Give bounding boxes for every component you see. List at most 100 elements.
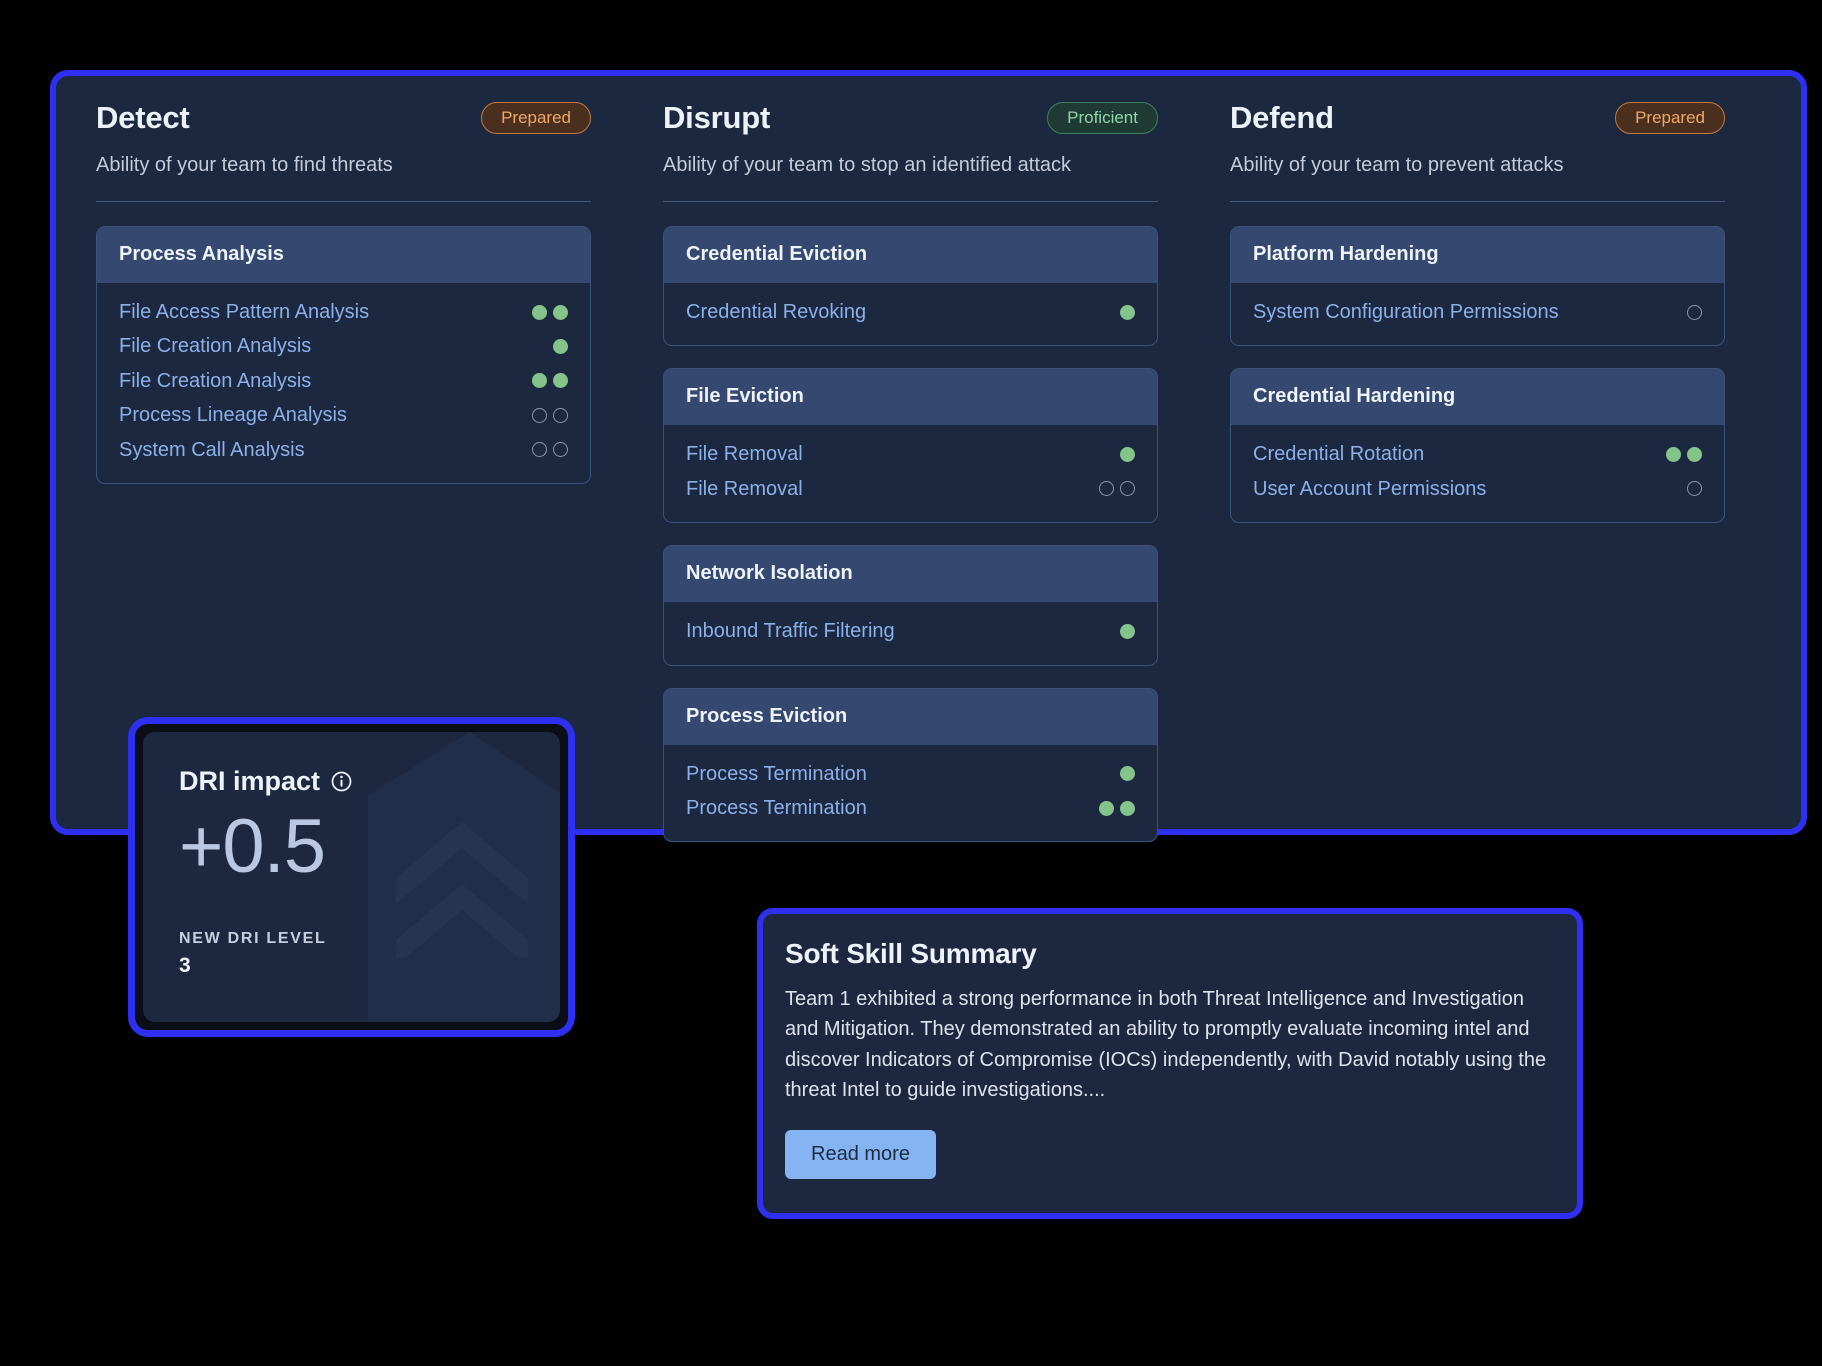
skill-row[interactable]: File Access Pattern Analysis bbox=[119, 295, 568, 329]
skill-row[interactable]: File Creation Analysis bbox=[119, 329, 568, 363]
proficiency-dots bbox=[1099, 801, 1135, 816]
column-title: Disrupt bbox=[663, 100, 770, 136]
skill-row[interactable]: Process Termination bbox=[686, 791, 1135, 825]
proficiency-dots bbox=[532, 442, 568, 457]
dot-filled-icon bbox=[1666, 447, 1681, 462]
column-header: DetectPrepared bbox=[96, 100, 609, 136]
column-title: Detect bbox=[96, 100, 190, 136]
dot-filled-icon bbox=[1120, 305, 1135, 320]
soft-skill-summary-card: Soft Skill Summary Team 1 exhibited a st… bbox=[757, 908, 1583, 1219]
proficiency-dots bbox=[1120, 447, 1135, 462]
skill-row-label: Credential Rotation bbox=[1253, 440, 1424, 468]
dot-filled-icon bbox=[1120, 801, 1135, 816]
info-icon[interactable] bbox=[331, 771, 352, 792]
dot-filled-icon bbox=[532, 305, 547, 320]
proficiency-dots bbox=[1687, 481, 1702, 496]
divider bbox=[663, 201, 1158, 202]
capability-column-disrupt: Disrupt Proficient Ability of your team to… bbox=[645, 100, 1212, 819]
skill-row-label: System Configuration Permissions bbox=[1253, 298, 1559, 326]
skill-row[interactable]: User Account Permissions bbox=[1253, 472, 1702, 506]
dri-level-value: 3 bbox=[179, 954, 191, 978]
skill-card: File Eviction File Removal File Removal bbox=[663, 368, 1158, 523]
skill-card-title: Network Isolation bbox=[664, 546, 1157, 602]
skill-row-label: File Access Pattern Analysis bbox=[119, 298, 369, 326]
skill-card-body: File Access Pattern Analysis File Creatio… bbox=[97, 283, 590, 483]
status-badge: Proficient bbox=[1047, 102, 1158, 135]
dot-filled-icon bbox=[1099, 801, 1114, 816]
dot-empty-icon bbox=[532, 442, 547, 457]
column-subtitle: Ability of your team to prevent attacks bbox=[1230, 152, 1743, 178]
read-more-button[interactable]: Read more bbox=[785, 1130, 936, 1179]
skill-row[interactable]: File Creation Analysis bbox=[119, 364, 568, 398]
skill-card-title: Credential Eviction bbox=[664, 227, 1157, 283]
skill-card-title: Process Eviction bbox=[664, 689, 1157, 745]
dri-impact-title-row: DRI impact bbox=[179, 766, 524, 797]
skill-row-label: System Call Analysis bbox=[119, 436, 305, 464]
status-badge: Prepared bbox=[1615, 102, 1725, 135]
dot-filled-icon bbox=[1120, 447, 1135, 462]
skill-row-label: Process Lineage Analysis bbox=[119, 401, 347, 429]
proficiency-dots bbox=[1120, 624, 1135, 639]
dot-empty-icon bbox=[1687, 481, 1702, 496]
skill-card-body: Credential Rotation User Account Permissi… bbox=[1231, 425, 1724, 522]
proficiency-dots bbox=[553, 339, 568, 354]
skill-card-list: Platform HardeningSystem Configuration P… bbox=[1230, 226, 1725, 523]
dot-filled-icon bbox=[1687, 447, 1702, 462]
skill-row-label: File Creation Analysis bbox=[119, 367, 311, 395]
dot-empty-icon bbox=[1120, 481, 1135, 496]
skill-row-label: Credential Revoking bbox=[686, 298, 866, 326]
soft-skill-summary-body: Team 1 exhibited a strong performance in… bbox=[785, 984, 1555, 1106]
proficiency-dots bbox=[1687, 305, 1702, 320]
skill-card-title: Credential Hardening bbox=[1231, 369, 1724, 425]
skill-card: Process EvictionProcess TerminationProce… bbox=[663, 688, 1158, 843]
skill-row[interactable]: Credential Revoking bbox=[686, 295, 1135, 329]
dri-impact-card[interactable]: DRI impact +0.5 NEW DRI LEVEL 3 bbox=[128, 717, 575, 1037]
divider bbox=[1230, 201, 1725, 202]
column-header: Disrupt Proficient bbox=[663, 100, 1176, 136]
dri-impact-title: DRI impact bbox=[179, 766, 320, 797]
dot-empty-icon bbox=[1687, 305, 1702, 320]
dot-empty-icon bbox=[1099, 481, 1114, 496]
skill-card-title: File Eviction bbox=[664, 369, 1157, 425]
skill-row[interactable]: System Call Analysis bbox=[119, 433, 568, 467]
column-title: Defend bbox=[1230, 100, 1334, 136]
skill-card: Platform HardeningSystem Configuration P… bbox=[1230, 226, 1725, 346]
column-subtitle: Ability of your team to find threats bbox=[96, 152, 609, 178]
proficiency-dots bbox=[532, 373, 568, 388]
skill-card: Credential Hardening Credential Rotation U… bbox=[1230, 368, 1725, 523]
skill-row[interactable]: Process Lineage Analysis bbox=[119, 398, 568, 432]
skill-card-list: Process AnalysisFile Access Pattern Anal… bbox=[96, 226, 591, 484]
skill-card-body: Credential Revoking bbox=[664, 283, 1157, 345]
skill-card-body: File Removal File Removal bbox=[664, 425, 1157, 522]
dot-filled-icon bbox=[553, 305, 568, 320]
skill-row[interactable]: System Configuration Permissions bbox=[1253, 295, 1702, 329]
skill-card-title: Process Analysis bbox=[97, 227, 590, 283]
skill-row-label: File Removal bbox=[686, 475, 803, 503]
skill-row[interactable]: Process Termination bbox=[686, 757, 1135, 791]
skill-row[interactable]: Credential Rotation bbox=[1253, 437, 1702, 471]
skill-row[interactable]: File Removal bbox=[686, 437, 1135, 471]
skill-row-label: Inbound Traffic Filtering bbox=[686, 617, 895, 645]
skill-card: Process AnalysisFile Access Pattern Anal… bbox=[96, 226, 591, 484]
dot-empty-icon bbox=[532, 408, 547, 423]
proficiency-dots bbox=[1120, 305, 1135, 320]
capability-column-defend: Defend Prepared Ability of your team to pr… bbox=[1212, 100, 1779, 819]
skill-row[interactable]: File Removal bbox=[686, 472, 1135, 506]
skill-card-body: Process TerminationProcess Termination bbox=[664, 745, 1157, 842]
dot-empty-icon bbox=[553, 408, 568, 423]
dot-filled-icon bbox=[532, 373, 547, 388]
column-subtitle: Ability of your team to stop an identifi… bbox=[663, 152, 1176, 178]
proficiency-dots bbox=[1099, 481, 1135, 496]
skill-row-label: File Creation Analysis bbox=[119, 332, 311, 360]
report-canvas: DetectPreparedAbility of your team to fi… bbox=[0, 0, 1822, 1366]
skill-card-body: Inbound Traffic Filtering bbox=[664, 602, 1157, 664]
soft-skill-summary-title: Soft Skill Summary bbox=[785, 938, 1555, 970]
skill-card-body: System Configuration Permissions bbox=[1231, 283, 1724, 345]
dot-filled-icon bbox=[1120, 766, 1135, 781]
dri-impact-inner: DRI impact +0.5 NEW DRI LEVEL 3 bbox=[143, 732, 560, 1022]
skill-card: Network Isolation Inbound Traffic Filteri… bbox=[663, 545, 1158, 665]
column-header: Defend Prepared bbox=[1230, 100, 1743, 136]
skill-row-label: User Account Permissions bbox=[1253, 475, 1486, 503]
skill-row[interactable]: Inbound Traffic Filtering bbox=[686, 614, 1135, 648]
dot-filled-icon bbox=[553, 339, 568, 354]
